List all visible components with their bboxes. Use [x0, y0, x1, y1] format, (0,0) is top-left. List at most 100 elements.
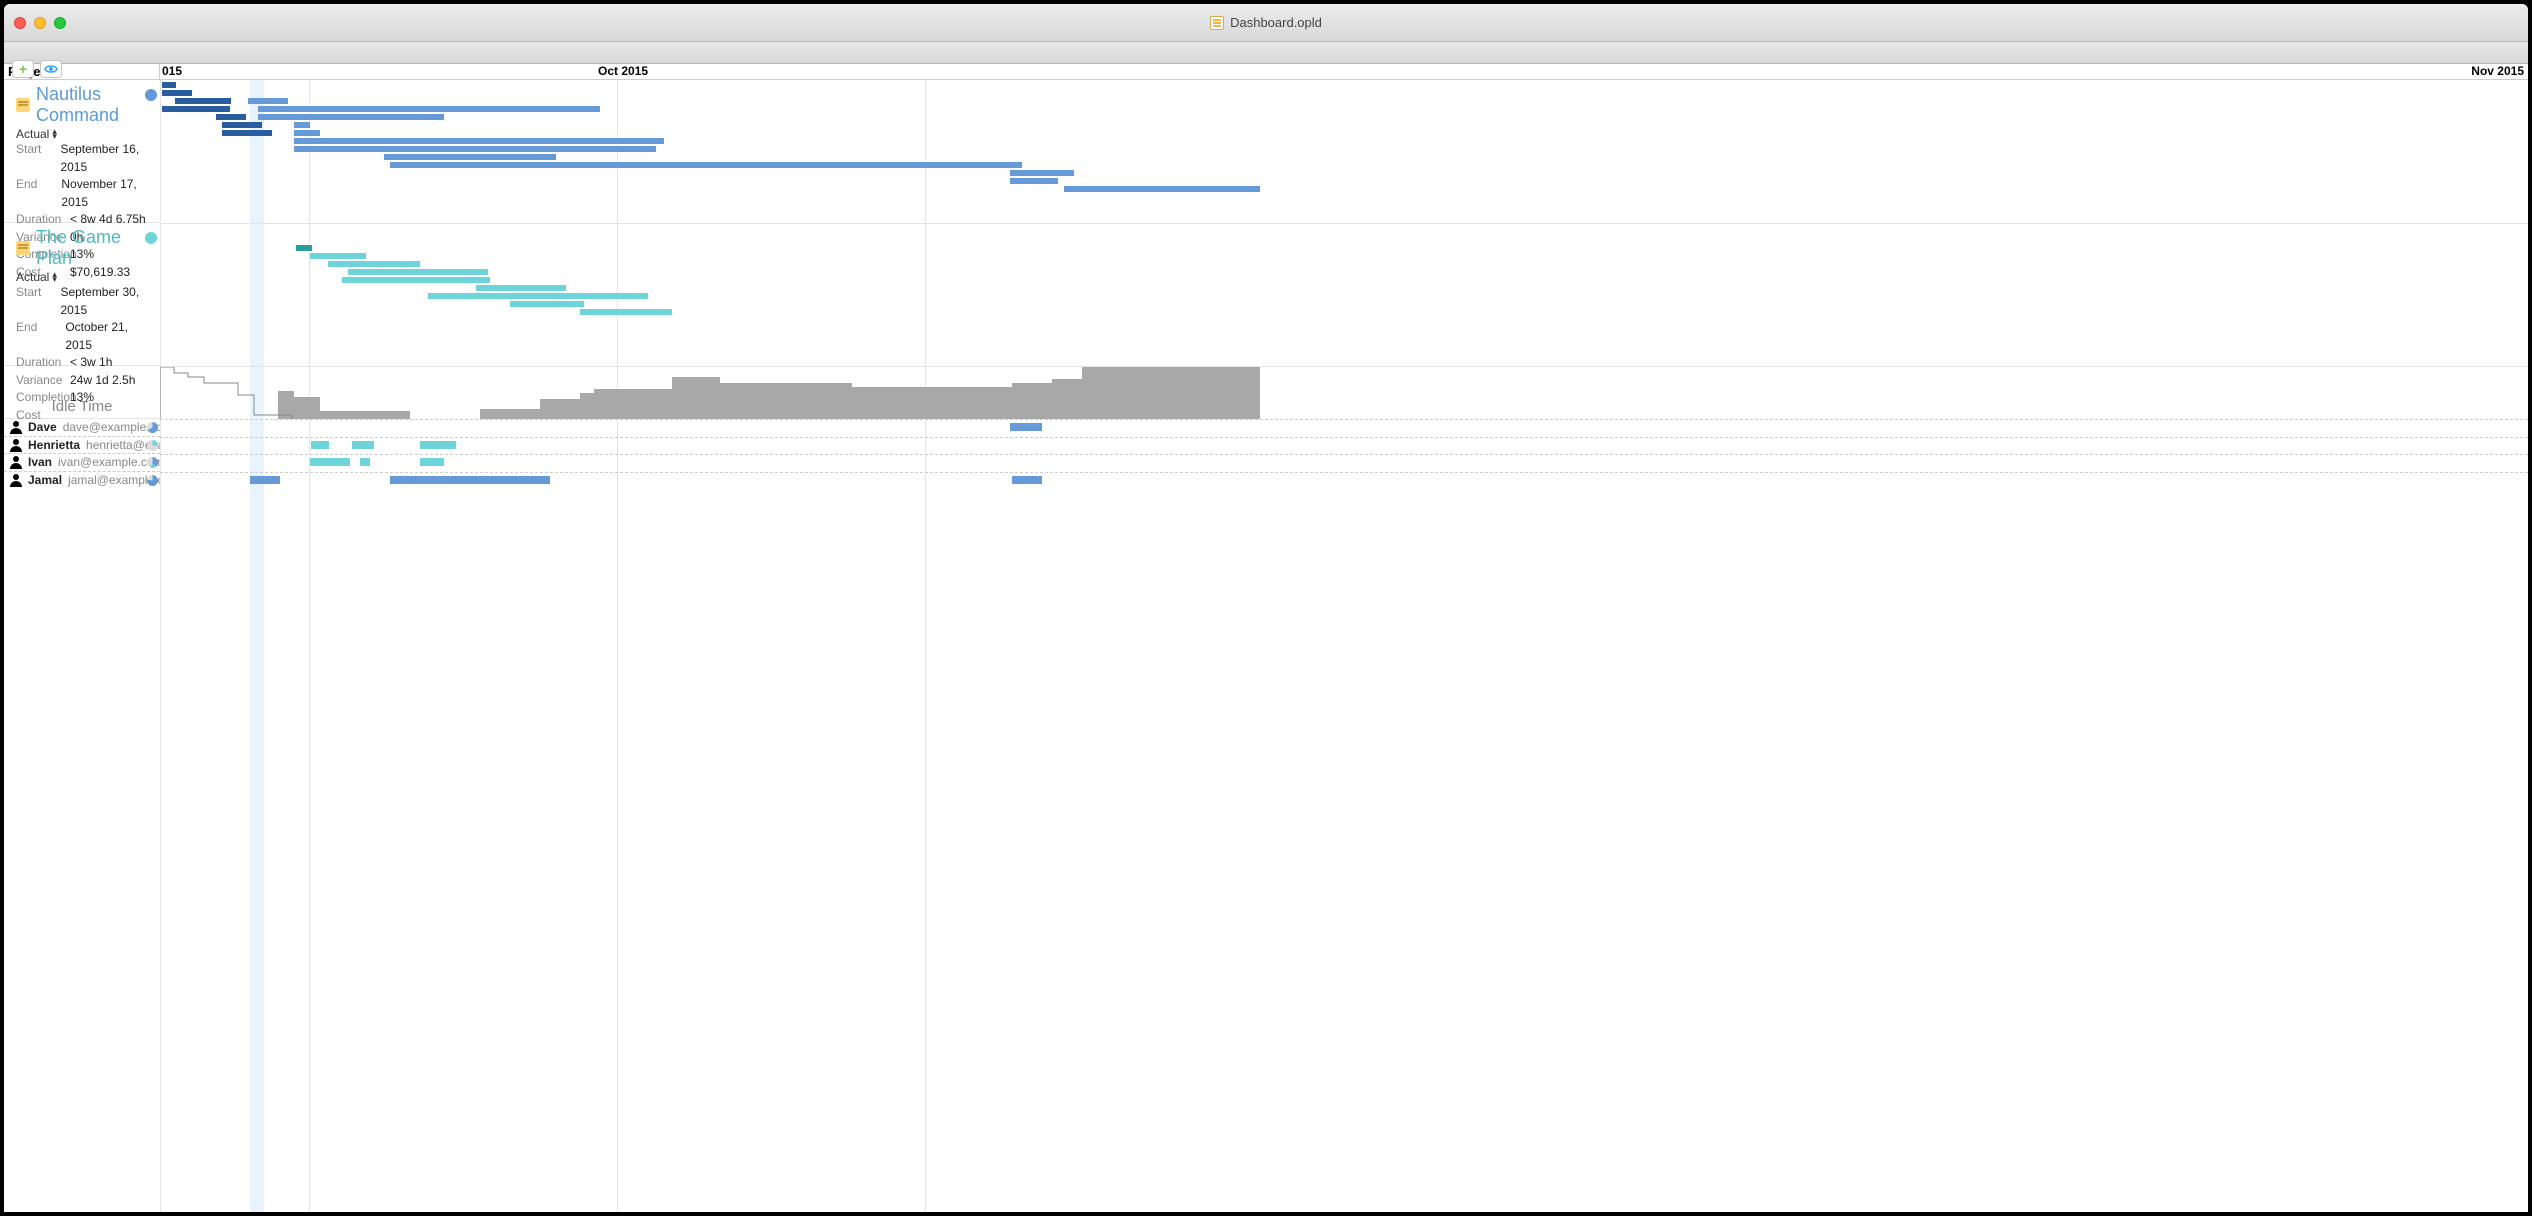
- val-start: September 16, 2015: [60, 141, 150, 176]
- resource-allocation-bar[interactable]: [352, 441, 374, 449]
- gantt-bar[interactable]: [328, 261, 420, 267]
- gantt-bar[interactable]: [580, 309, 672, 315]
- project-title[interactable]: Nautilus Command: [16, 84, 150, 126]
- idle-bar: [480, 409, 540, 419]
- gantt-bar[interactable]: [162, 106, 230, 112]
- gantt-bar[interactable]: [390, 162, 1022, 168]
- resource-row-jamal[interactable]: Jamal jamal@example.com: [4, 472, 160, 490]
- project-row-nautilus[interactable]: Nautilus Command Actual ▴▾ StartSeptembe…: [4, 80, 160, 223]
- allocation-pie-icon: [147, 457, 158, 468]
- toolbar: +: [4, 42, 2528, 64]
- resource-allocation-bar[interactable]: [311, 441, 329, 449]
- label-start: Start: [16, 141, 60, 176]
- val-duration: < 3w 1h: [70, 354, 112, 372]
- resource-allocation-bar[interactable]: [420, 458, 444, 466]
- updown-icon: ▴▾: [52, 272, 57, 282]
- resource-allocation-bar[interactable]: [390, 476, 550, 484]
- resource-row-dave[interactable]: Dave dave@example.com: [4, 419, 160, 437]
- gantt-bar[interactable]: [428, 293, 648, 299]
- resource-name: Jamal: [28, 473, 62, 487]
- project-icon: [16, 241, 30, 255]
- gantt-bar[interactable]: [248, 98, 288, 104]
- resource-name: Dave: [28, 420, 57, 434]
- val-variance: 24w 1d 2.5h: [70, 372, 135, 390]
- gantt-bar[interactable]: [216, 114, 246, 120]
- title-text: Dashboard.opld: [1230, 15, 1322, 30]
- mode-selector[interactable]: Actual ▴▾: [16, 270, 150, 284]
- view-button[interactable]: [40, 60, 62, 78]
- gantt-bar[interactable]: [1010, 178, 1058, 184]
- app-window: Dashboard.opld + Project 015 Oct 2015 No…: [4, 4, 2528, 1212]
- gantt-bar[interactable]: [294, 146, 656, 152]
- add-button[interactable]: +: [12, 60, 34, 78]
- idle-bar: [580, 393, 594, 419]
- timeline-header[interactable]: 015 Oct 2015 Nov 2015: [160, 64, 2528, 79]
- content-area: Nautilus Command Actual ▴▾ StartSeptembe…: [4, 80, 2528, 1212]
- resource-row-ivan[interactable]: Ivan ivan@example.com: [4, 454, 160, 472]
- today-indicator: [250, 80, 264, 1212]
- idle-bar: [320, 411, 410, 419]
- gantt-bar[interactable]: [294, 130, 320, 136]
- project-name: The Game Plan: [36, 227, 150, 269]
- gantt-bar[interactable]: [258, 114, 444, 120]
- gantt-timeline[interactable]: [160, 80, 2528, 1212]
- gantt-bar[interactable]: [162, 82, 176, 88]
- person-icon: [10, 456, 22, 468]
- idle-bar: [540, 399, 580, 419]
- gantt-bar[interactable]: [342, 277, 394, 283]
- allocation-pie-icon: [147, 475, 158, 486]
- idle-bar: [782, 383, 852, 419]
- project-icon: [16, 98, 30, 112]
- resource-allocation-bar[interactable]: [1010, 423, 1042, 431]
- project-color-dot: [145, 232, 157, 244]
- project-row-gameplan[interactable]: The Game Plan Actual ▴▾ StartSeptember 3…: [4, 223, 160, 366]
- val-end: November 17, 2015: [61, 176, 150, 211]
- resource-row-henrietta[interactable]: Henrietta henrietta@example.com: [4, 437, 160, 455]
- idle-bar: [1012, 383, 1052, 419]
- resource-allocation-bar[interactable]: [1012, 476, 1042, 484]
- idle-bar: [672, 377, 720, 419]
- val-completion: 13%: [70, 389, 94, 407]
- gantt-bar[interactable]: [1064, 186, 1260, 192]
- mode-label: Actual: [16, 270, 49, 284]
- resource-allocation-bar[interactable]: [360, 458, 370, 466]
- titlebar[interactable]: Dashboard.opld: [4, 4, 2528, 42]
- resource-allocation-bar[interactable]: [250, 476, 280, 484]
- label-duration: Duration: [16, 354, 70, 372]
- resource-name: Ivan: [28, 455, 52, 469]
- allocation-pie-icon: [147, 422, 158, 433]
- gantt-bar[interactable]: [222, 122, 262, 128]
- gantt-bar[interactable]: [296, 245, 312, 251]
- gantt-bar[interactable]: [310, 253, 366, 259]
- label-start: Start: [16, 284, 60, 319]
- resource-allocation-bar[interactable]: [420, 441, 456, 449]
- label-completion: Completion: [16, 389, 70, 407]
- resource-name: Henrietta: [28, 438, 80, 452]
- column-header-row: Project 015 Oct 2015 Nov 2015: [4, 64, 2528, 80]
- resource-allocation-bar[interactable]: [310, 458, 350, 466]
- gantt-bar[interactable]: [390, 277, 490, 283]
- sidebar: Nautilus Command Actual ▴▾ StartSeptembe…: [4, 80, 160, 1212]
- person-icon: [10, 421, 22, 433]
- gantt-bar[interactable]: [294, 138, 664, 144]
- gantt-bar[interactable]: [476, 285, 566, 291]
- gantt-bar[interactable]: [222, 130, 272, 136]
- mode-selector[interactable]: Actual ▴▾: [16, 127, 150, 141]
- idle-bar: [720, 383, 782, 419]
- idle-bar: [852, 387, 1012, 419]
- project-title[interactable]: The Game Plan: [16, 227, 150, 269]
- gantt-bar[interactable]: [260, 106, 600, 112]
- gantt-bar[interactable]: [1010, 170, 1074, 176]
- person-icon: [10, 439, 22, 451]
- gantt-bar[interactable]: [175, 98, 231, 104]
- gantt-bar[interactable]: [384, 154, 556, 160]
- gantt-bar[interactable]: [348, 269, 488, 275]
- person-icon: [10, 474, 22, 486]
- gantt-bar[interactable]: [554, 301, 584, 307]
- project-color-dot: [145, 89, 157, 101]
- label-variance: Variance: [16, 372, 70, 390]
- gantt-bar[interactable]: [162, 90, 192, 96]
- eye-icon: [44, 64, 58, 74]
- gantt-bar[interactable]: [294, 122, 310, 128]
- tick-oct2015: Oct 2015: [598, 64, 648, 78]
